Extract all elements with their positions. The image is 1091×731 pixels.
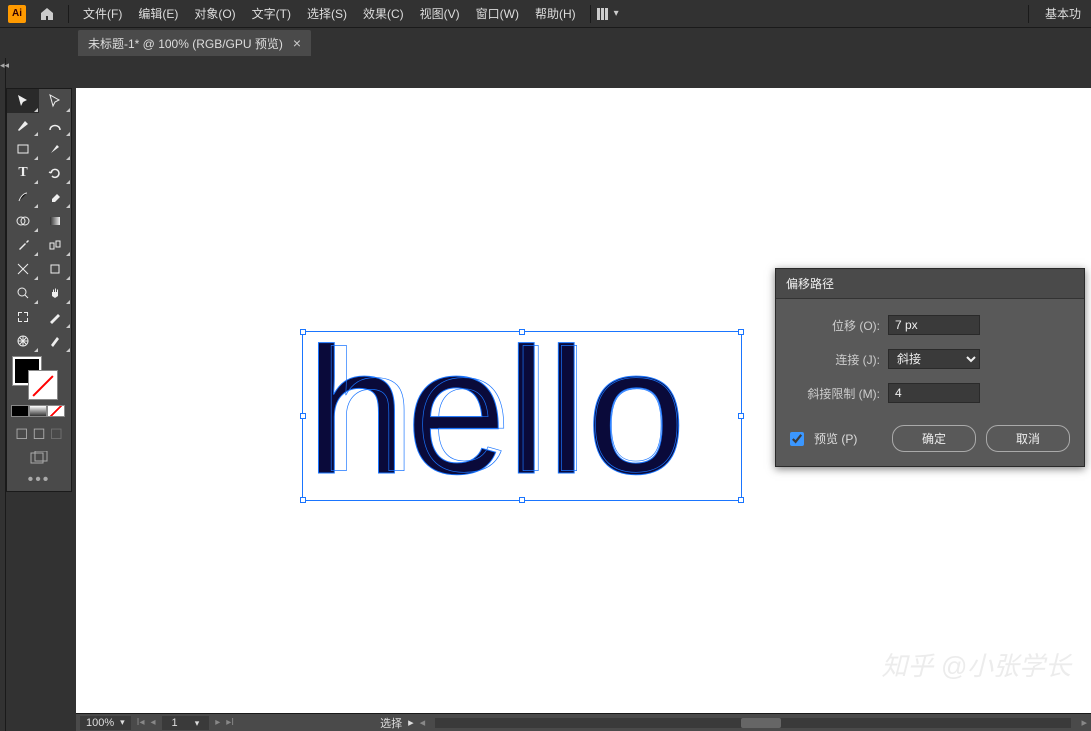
document-tab[interactable]: 未标题-1* @ 100% (RGB/GPU 预览) × [78,30,311,56]
dialog-title: 偏移路径 [776,269,1084,299]
workspace-switcher[interactable]: 基本功 [1035,5,1091,22]
watermark-text: 知乎 @小张学长 [881,646,1071,683]
app-logo: Ai [8,5,26,23]
offset-label: 位移 (O): [790,317,880,334]
menu-file[interactable]: 文件(F) [75,0,130,28]
preview-checkbox[interactable] [790,432,804,446]
artboard-tool[interactable] [7,305,39,329]
separator [1028,5,1029,23]
screen-mode-toggle[interactable] [7,447,71,469]
color-mode-none[interactable] [47,405,65,417]
offset-input[interactable] [888,315,980,335]
menu-bar: Ai 文件(F) 编辑(E) 对象(O) 文字(T) 选择(S) 效果(C) 视… [0,0,1091,28]
symbol-sprayer-tool[interactable] [7,329,39,353]
eraser-tool[interactable] [39,185,71,209]
selection-handle[interactable] [300,413,306,419]
pen-tool[interactable] [7,113,39,137]
selection-handle[interactable] [300,329,306,335]
color-mode-gradient[interactable] [29,405,47,417]
menu-object[interactable]: 对象(O) [186,0,243,28]
artboard-number: 1 [172,717,178,729]
prev-artboard-button[interactable]: ◂ [150,717,155,728]
selection-handle[interactable] [738,329,744,335]
direct-selection-tool[interactable] [39,89,71,113]
status-bar: 100% ▾ I◂ ◂ 1 ▾ ▸ ▸I 选择 ▸ ◂ ▸ [76,713,1091,731]
selection-bounding-box[interactable] [302,331,742,501]
menu-help[interactable]: 帮助(H) [527,0,584,28]
blend-tool[interactable] [39,233,71,257]
close-icon[interactable]: × [293,35,301,51]
stroke-color-swatch[interactable] [29,371,57,399]
horizontal-scrollbar[interactable] [435,718,1071,728]
type-tool[interactable]: T [7,161,39,185]
menu-view[interactable]: 视图(V) [412,0,468,28]
chevron-down-icon: ▾ [120,717,125,728]
join-label: 连接 (J): [790,351,880,368]
rectangle-tool[interactable] [7,137,39,161]
first-artboard-button[interactable]: I◂ [137,717,145,728]
preview-label: 预览 (P) [814,430,857,447]
draw-behind-icon[interactable]: ◻ [32,423,45,443]
tab-title: 未标题-1* @ 100% (RGB/GPU 预览) [88,35,283,52]
menu-window[interactable]: 窗口(W) [468,0,527,28]
selection-handle[interactable] [738,497,744,503]
menu-type[interactable]: 文字(T) [244,0,299,28]
eyedropper-tool[interactable] [7,233,39,257]
miter-limit-label: 斜接限制 (M): [790,385,880,402]
next-artboard-button[interactable]: ▸ [215,717,220,728]
selection-handle[interactable] [519,497,525,503]
separator [68,5,69,23]
rotate-tool[interactable] [39,161,71,185]
selection-tool[interactable] [7,89,39,113]
menu-effect[interactable]: 效果(C) [355,0,412,28]
line-segment-tool[interactable] [7,185,39,209]
cancel-button[interactable]: 取消 [986,425,1070,452]
chevron-down-icon: ▾ [195,718,200,728]
slice-tool[interactable] [39,305,71,329]
width-tool[interactable] [7,257,39,281]
scrollbar-thumb[interactable] [741,718,781,728]
artboard-navigator[interactable]: 1 ▾ [162,716,210,730]
zoom-tool[interactable] [7,281,39,305]
draw-inside-icon[interactable]: ◻ [50,423,63,443]
selection-handle[interactable] [300,497,306,503]
scroll-right-icon[interactable]: ▸ [1081,716,1087,729]
color-mode-row [7,403,71,419]
tools-panel: T [6,88,72,492]
chevron-down-icon[interactable]: ▾ [614,8,619,19]
selection-handle[interactable] [519,329,525,335]
gradient-tool[interactable] [39,209,71,233]
current-tool-label: 选择 [380,715,402,731]
separator [590,5,591,23]
document-tab-bar: 未标题-1* @ 100% (RGB/GPU 预览) × [0,28,1091,56]
screen-mode-row: ◻ ◻ ◻ [7,419,71,447]
hand-tool[interactable] [39,281,71,305]
free-transform-tool[interactable] [39,257,71,281]
home-icon [39,6,55,22]
curvature-tool[interactable] [39,113,71,137]
menu-edit[interactable]: 编辑(E) [130,0,186,28]
menu-select[interactable]: 选择(S) [299,0,355,28]
shape-builder-tool[interactable] [7,209,39,233]
color-swatches[interactable] [7,353,71,397]
collapse-icon[interactable]: ◂◂ [0,58,5,73]
draw-normal-icon[interactable]: ◻ [15,423,28,443]
last-artboard-button[interactable]: ▸I [226,717,234,728]
paintbrush-tool[interactable] [39,137,71,161]
column-graph-tool[interactable] [39,329,71,353]
scroll-left-icon[interactable]: ◂ [420,716,426,729]
home-button[interactable] [36,3,58,25]
zoom-value: 100% [86,717,114,729]
miter-limit-input[interactable] [888,383,980,403]
play-icon[interactable]: ▸ [408,716,414,729]
zoom-level[interactable]: 100% ▾ [80,716,131,730]
ok-button[interactable]: 确定 [892,425,976,452]
edit-toolbar-icon[interactable]: ••• [7,469,71,491]
color-mode-solid[interactable] [11,405,29,417]
selection-handle[interactable] [738,413,744,419]
arrange-documents-icon[interactable] [597,8,608,20]
offset-path-dialog: 偏移路径 位移 (O): 连接 (J): 斜接 斜接限制 (M): 预览 (P)… [775,268,1085,467]
join-select[interactable]: 斜接 [888,349,980,369]
